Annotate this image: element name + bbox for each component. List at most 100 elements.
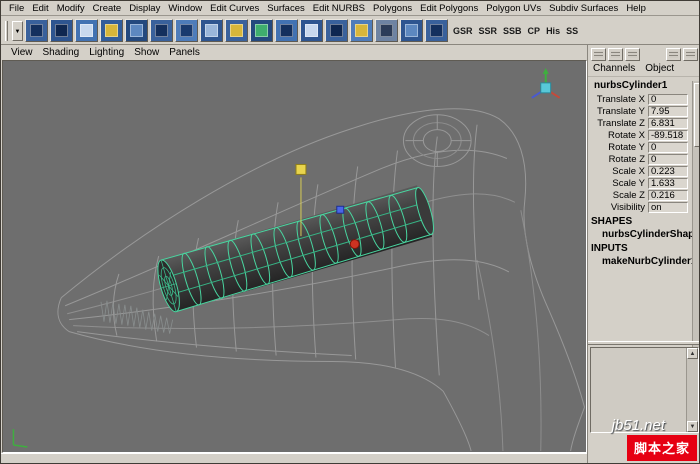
channel-attribute-row: Scale X 0.223 [588, 165, 699, 177]
attribute-value-field[interactable]: 1.633 [648, 177, 688, 189]
shelf-icon-cylinder[interactable] [75, 19, 98, 42]
menu-item[interactable]: Polygon UVs [482, 2, 545, 15]
shelf-icon-cone[interactable] [100, 19, 123, 42]
shelf-tab-selector[interactable]: ▼ [12, 20, 23, 41]
shape-node-name[interactable]: nurbsCylinderShape1 [588, 227, 699, 240]
scroll-up-icon[interactable]: ▲ [687, 348, 698, 359]
channelbox-menus: Channels Object [588, 63, 699, 77]
attribute-label[interactable]: Scale Z [613, 190, 645, 201]
maya-window: File Edit Modify Create Display Window Edit Cu… [0, 0, 700, 464]
attribute-value-field[interactable]: 6.831 [648, 117, 688, 129]
channel-attribute-row: Scale Z 0.216 [588, 189, 699, 201]
layer-toggle-icon[interactable] [683, 47, 698, 61]
channelbox-menu-item[interactable]: Channels [593, 63, 635, 76]
panel-menu-item[interactable]: View [6, 47, 38, 58]
menu-item[interactable]: Edit [28, 2, 52, 15]
channel-attribute-row: Translate X 0 [588, 93, 699, 105]
panel-menu-item[interactable]: Panels [164, 47, 205, 58]
shelf-icon-bevel[interactable] [350, 19, 373, 42]
watermark-brand-badge: 脚本之家 [626, 435, 697, 461]
hyperbolic-slider-icon[interactable] [608, 47, 623, 61]
speed-slider-icon[interactable] [591, 47, 606, 61]
shelf-icon-trim[interactable] [400, 19, 423, 42]
shelf-icon-curve[interactable] [225, 19, 248, 42]
channelbox-toolbar [588, 45, 699, 63]
attribute-value-field[interactable]: 0.223 [648, 165, 688, 177]
channel-attribute-row: Visibility on [588, 201, 699, 213]
origin-axis-icon [12, 429, 28, 448]
attribute-label[interactable]: Rotate Y [608, 142, 645, 153]
attribute-label[interactable]: Translate Z [597, 118, 645, 129]
menu-item[interactable]: Edit NURBS [309, 2, 369, 15]
channel-attribute-row: Scale Y 1.633 [588, 177, 699, 189]
shelf-icon-loft[interactable] [300, 19, 323, 42]
watermark-site-text: jb51.net [611, 417, 665, 434]
shelf-icon-extrude[interactable] [275, 19, 298, 42]
menu-item[interactable]: Surfaces [263, 2, 309, 15]
channel-attribute-row: Translate Z 6.831 [588, 117, 699, 129]
attribute-value-field[interactable]: 7.95 [648, 105, 688, 117]
shelf-text-button[interactable]: His [543, 21, 563, 41]
shelf-icon-square[interactable] [200, 19, 223, 42]
shelf-icon-boolean[interactable] [375, 19, 398, 42]
attribute-label[interactable]: Translate X [597, 94, 645, 105]
attribute-label[interactable]: Visibility [611, 202, 645, 213]
manipulator-handle-red[interactable] [349, 239, 360, 250]
menu-item[interactable]: Edit Curves [206, 2, 263, 15]
shelf-icon-revolve[interactable] [325, 19, 348, 42]
shelf-icon-torus[interactable] [150, 19, 173, 42]
shelf-icon-sphere[interactable] [25, 19, 48, 42]
panel-menu-item[interactable]: Show [129, 47, 164, 58]
attribute-label[interactable]: Scale X [612, 166, 645, 177]
attribute-value-field[interactable]: 0 [648, 153, 688, 165]
shelf-icon-attach[interactable] [425, 19, 448, 42]
attribute-label[interactable]: Scale Y [612, 178, 645, 189]
shelf-grip[interactable] [5, 20, 8, 41]
shelf: ▼ GSR SSR SSB CP His SS [1, 17, 699, 45]
attribute-label[interactable]: Rotate Z [609, 154, 645, 165]
attribute-label[interactable]: Translate Y [597, 106, 645, 117]
menu-item[interactable]: Edit Polygons [416, 2, 482, 15]
shelf-icon-surface[interactable] [250, 19, 273, 42]
menu-item[interactable]: Display [125, 2, 164, 15]
attribute-value-field[interactable]: 0.216 [648, 189, 688, 201]
shelf-text-button[interactable]: GSR [450, 21, 476, 41]
panel-menu-item[interactable]: Shading [38, 47, 85, 58]
channel-box: Channels Object nurbsCylinder1 Translate … [587, 45, 699, 463]
attribute-value-field[interactable]: 0 [648, 93, 688, 105]
menu-item[interactable]: Subdiv Surfaces [545, 2, 622, 15]
attribute-value-field[interactable]: on [648, 201, 688, 213]
attribute-label[interactable]: Rotate X [608, 130, 645, 141]
scrollbar-thumb[interactable] [694, 83, 699, 147]
menu-item[interactable]: Polygons [369, 2, 416, 15]
shelf-icon-cube[interactable] [50, 19, 73, 42]
menu-item[interactable]: Window [164, 2, 206, 15]
manipulator-handle-yellow[interactable] [295, 163, 307, 175]
attribute-value-field[interactable]: 0 [648, 141, 688, 153]
view-axis-compass [531, 67, 561, 99]
show-manips-icon[interactable] [625, 47, 640, 61]
shelf-text-button[interactable]: SSR [476, 21, 501, 41]
panel-splitter[interactable] [588, 341, 699, 345]
menu-item[interactable]: Create [89, 2, 126, 15]
perspective-viewport[interactable] [2, 60, 587, 453]
shelf-text-button[interactable]: SSB [500, 21, 525, 41]
manipulator-handle-blue[interactable] [336, 205, 345, 214]
channelbox-menu-item[interactable]: Object [645, 63, 674, 76]
shelf-text-button[interactable]: SS [563, 21, 581, 41]
menu-item[interactable]: Help [622, 2, 650, 15]
viewport-canvas [12, 67, 585, 452]
attribute-value-field[interactable]: -89.518 [648, 129, 688, 141]
shelf-icon-circle[interactable] [175, 19, 198, 42]
shelf-icon-plane[interactable] [125, 19, 148, 42]
menu-item[interactable]: File [5, 2, 28, 15]
input-node-name[interactable]: makeNurbCylinder1 [588, 254, 699, 267]
shelf-text-button[interactable]: CP [525, 21, 544, 41]
pin-channelbox-icon[interactable] [666, 47, 681, 61]
channel-attribute-list: Translate X 0 Translate Y 7.95 Translate… [588, 93, 699, 213]
panel-menu-item[interactable]: Lighting [84, 47, 129, 58]
channel-attribute-row: Rotate X -89.518 [588, 129, 699, 141]
channelbox-scrollbar[interactable] [692, 81, 699, 351]
selected-object-name[interactable]: nurbsCylinder1 [588, 77, 699, 93]
menu-item[interactable]: Modify [53, 2, 89, 15]
